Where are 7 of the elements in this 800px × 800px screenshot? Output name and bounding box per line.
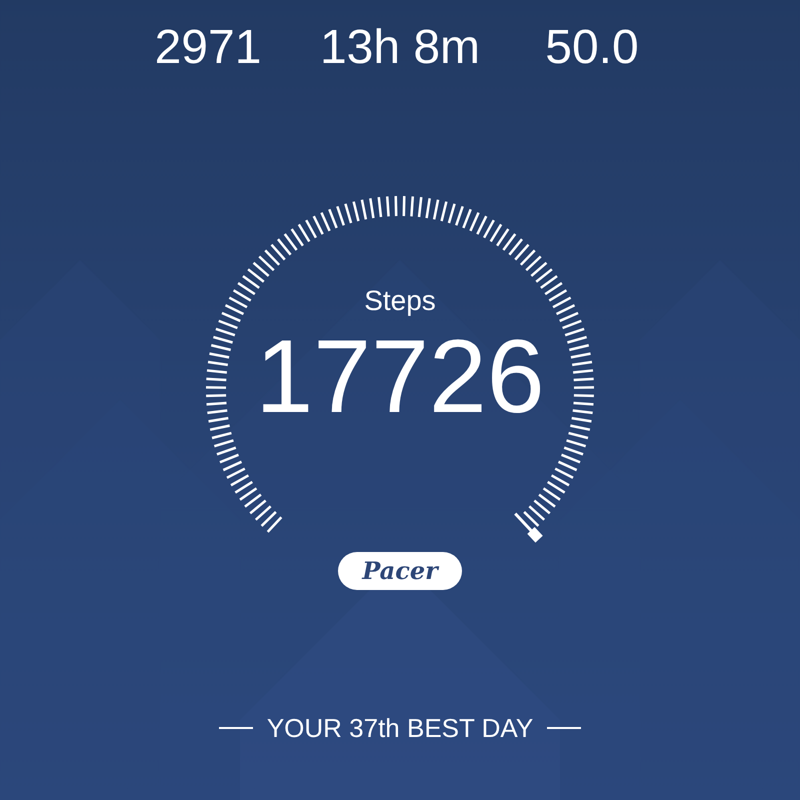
- stat-value: 50.0: [544, 20, 640, 76]
- best-day-text: YOUR 37th BEST DAY: [266, 712, 534, 744]
- steps-count: 17726: [255, 322, 545, 432]
- steps-label: Steps: [364, 284, 436, 318]
- stat-value: 2971: [154, 20, 262, 76]
- pacer-logo: Pacer: [338, 552, 462, 590]
- stat-value: 13h 8m: [318, 20, 482, 76]
